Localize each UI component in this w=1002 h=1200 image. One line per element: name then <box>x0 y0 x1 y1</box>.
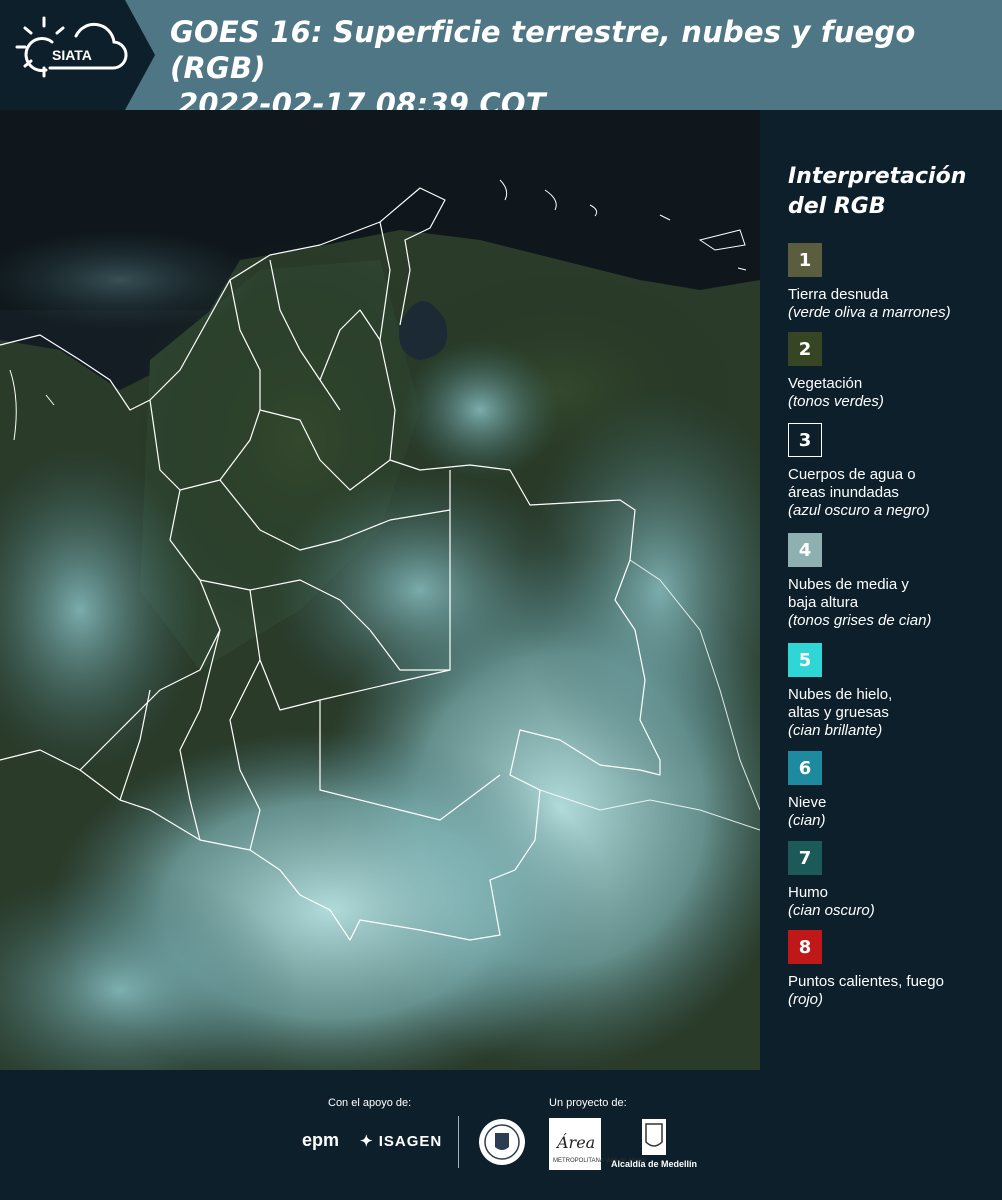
legend-swatch: 2 <box>788 332 822 366</box>
satellite-map[interactable] <box>0 110 760 1070</box>
legend-item-bare-soil: 1 Tierra desnuda (verde oliva a marrones… <box>788 243 998 322</box>
legend-item-name: Vegetación <box>788 375 863 392</box>
legend-item-desc: (cian oscuro) <box>788 902 875 919</box>
page-title: GOES 16: Superficie terrestre, nubes y f… <box>170 14 1002 122</box>
legend-item-smoke: 7 Humo (cian oscuro) <box>788 841 998 920</box>
university-seal-icon <box>479 1119 525 1165</box>
legend-item-desc: (tonos verdes) <box>788 393 884 410</box>
legend-item-snow: 6 Nieve (cian) <box>788 751 998 830</box>
legend-item-fire: 8 Puntos calientes, fuego (rojo) <box>788 930 998 1009</box>
support-label: Con el apoyo de: <box>328 1097 412 1109</box>
epm-logo: epm <box>302 1130 340 1150</box>
title-line-1: GOES 16: Superficie terrestre, nubes y f… <box>170 15 916 85</box>
project-label: Un proyecto de: <box>549 1097 627 1109</box>
legend-item-name: Cuerpos de agua o áreas inundadas <box>788 466 916 501</box>
area-logo-text: Área <box>555 1132 595 1152</box>
alcaldia-shield-icon <box>642 1119 666 1155</box>
legend-swatch: 3 <box>788 423 822 457</box>
legend-item-mid-low-clouds: 4 Nubes de media y baja altura (tonos gr… <box>788 533 998 630</box>
siata-logo: SIATA <box>0 0 155 110</box>
legend-item-desc: (verde oliva a marrones) <box>788 304 951 321</box>
legend-item-water: 3 Cuerpos de agua o áreas inundadas (azu… <box>788 423 998 520</box>
legend-item-name: Tierra desnuda <box>788 286 889 303</box>
legend-item-name: Puntos calientes, fuego <box>788 973 944 990</box>
legend-item-name: Nubes de hielo, altas y gruesas <box>788 686 893 721</box>
legend-item-name: Nubes de media y baja altura <box>788 576 909 611</box>
legend-item-desc: (rojo) <box>788 991 824 1008</box>
legend-item-desc: (cian) <box>788 812 826 829</box>
legend-title-line-2: del RGB <box>788 194 886 219</box>
legend-item-name: Humo <box>788 884 829 901</box>
isagen-text: ISAGEN <box>378 1133 443 1150</box>
footer-divider <box>458 1116 459 1168</box>
legend-swatch: 1 <box>788 243 822 277</box>
legend-item-desc: (tonos grises de cian) <box>788 612 932 629</box>
legend-panel: Interpretación del RGB 1 Tierra desnuda … <box>760 110 1002 1070</box>
legend-swatch: 4 <box>788 533 822 567</box>
legend-item-name: Nieve <box>788 794 827 811</box>
legend-swatch: 8 <box>788 930 822 964</box>
legend-item-ice-clouds: 5 Nubes de hielo, altas y gruesas (cian … <box>788 643 998 740</box>
legend-swatch: 5 <box>788 643 822 677</box>
footer: Con el apoyo de: Un proyecto de: epm ✦ I… <box>0 1070 1002 1200</box>
header: SIATA GOES 16: Superficie terrestre, nub… <box>0 0 1002 121</box>
legend-swatch: 6 <box>788 751 822 785</box>
legend-title: Interpretación del RGB <box>788 162 966 222</box>
legend-item-desc: (azul oscuro a negro) <box>788 502 930 519</box>
isagen-logo: ✦ ISAGEN <box>360 1133 443 1150</box>
legend-title-line-1: Interpretación <box>788 164 967 189</box>
alcaldia-text: Alcaldía de Medellín <box>611 1159 698 1169</box>
legend-item-desc: (cian brillante) <box>788 722 883 739</box>
legend-item-vegetation: 2 Vegetación (tonos verdes) <box>788 332 998 411</box>
logo-text: SIATA <box>52 47 92 63</box>
legend-swatch: 7 <box>788 841 822 875</box>
